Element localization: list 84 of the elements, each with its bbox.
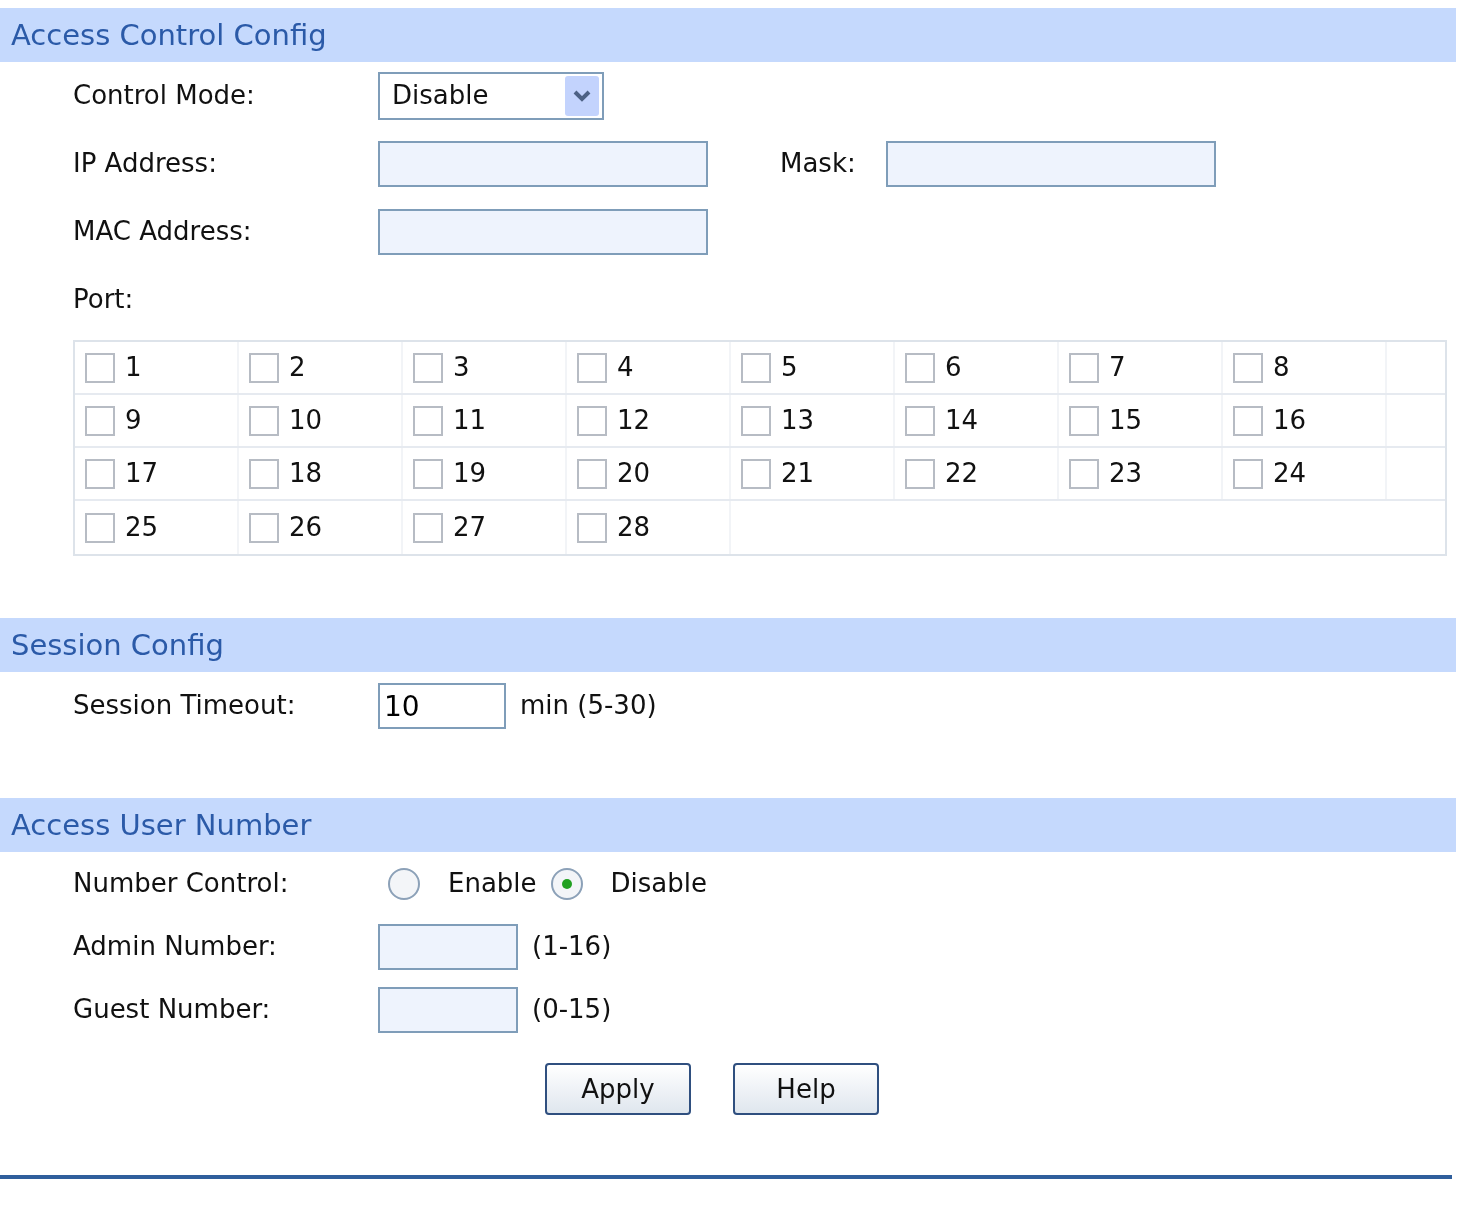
mac-address-field[interactable] <box>378 209 708 255</box>
radio-label: Enable <box>448 867 537 900</box>
control-mode-dropdown[interactable]: Disable <box>378 72 604 120</box>
field-label: Number Control: <box>72 867 290 900</box>
field-label: Admin Number: <box>72 930 278 963</box>
port-label: 23 <box>1109 457 1143 490</box>
range-hint: (1-16) <box>532 930 612 963</box>
port-label: 1 <box>125 351 142 384</box>
port-checkbox[interactable] <box>85 458 115 489</box>
radio-button[interactable] <box>388 867 420 900</box>
port-label: 7 <box>1109 351 1126 384</box>
field-label: Control Mode: <box>72 80 256 112</box>
port-checkbox[interactable] <box>249 512 279 543</box>
field-label: Mask: <box>780 148 857 180</box>
range-hint: (0-15) <box>532 993 612 1026</box>
port-label: 2 <box>289 351 306 384</box>
port-label: 5 <box>781 351 798 384</box>
port-checkbox[interactable] <box>413 512 443 543</box>
ip-address-field[interactable] <box>378 141 708 187</box>
section-title: Access Control Config <box>11 17 327 53</box>
port-checkbox[interactable] <box>905 458 935 489</box>
port-checkbox[interactable] <box>905 352 935 383</box>
port-checkbox[interactable] <box>1233 352 1263 383</box>
section-title: Session Config <box>11 627 224 663</box>
port-checkbox[interactable] <box>741 405 771 436</box>
port-label: 16 <box>1273 404 1307 437</box>
port-label: 11 <box>453 404 487 437</box>
port-checkbox[interactable] <box>1233 405 1263 436</box>
radio-label: Disable <box>610 867 707 900</box>
action-button[interactable]: Help <box>733 1063 879 1115</box>
guest-number-field[interactable] <box>378 986 518 1033</box>
field-label: IP Address: <box>72 148 218 180</box>
port-label: 19 <box>453 457 487 490</box>
port-checkbox[interactable] <box>1069 458 1099 489</box>
field-label: MAC Address: <box>72 216 253 248</box>
port-checkbox[interactable] <box>413 405 443 436</box>
field-label: Port: <box>72 284 135 316</box>
port-checkbox[interactable] <box>577 512 607 543</box>
port-label: 26 <box>289 511 323 544</box>
field-label: Session Timeout: <box>72 690 297 722</box>
port-label: 13 <box>781 404 815 437</box>
port-checkbox[interactable] <box>85 352 115 383</box>
port-checkbox[interactable] <box>413 352 443 383</box>
port-label: 25 <box>125 511 159 544</box>
port-label: 8 <box>1273 351 1290 384</box>
port-checkbox[interactable] <box>577 405 607 436</box>
port-label: 24 <box>1273 457 1307 490</box>
port-label: 17 <box>125 457 159 490</box>
port-label: 4 <box>617 351 634 384</box>
port-label: 18 <box>289 457 323 490</box>
port-checkbox[interactable] <box>741 458 771 489</box>
port-checkbox[interactable] <box>741 352 771 383</box>
session-timeout-field[interactable]: 10 <box>378 683 506 729</box>
port-checkbox[interactable] <box>249 458 279 489</box>
port-label: 22 <box>945 457 979 490</box>
admin-number-field[interactable] <box>378 923 518 970</box>
port-checkbox[interactable] <box>577 352 607 383</box>
port-label: 14 <box>945 404 979 437</box>
port-label: 12 <box>617 404 651 437</box>
port-label: 9 <box>125 404 142 437</box>
port-label: 10 <box>289 404 323 437</box>
port-checkbox[interactable] <box>577 458 607 489</box>
field-label: Guest Number: <box>72 993 272 1026</box>
port-checkbox[interactable] <box>1233 458 1263 489</box>
port-label: 20 <box>617 457 651 490</box>
section-title: Access User Number <box>11 807 312 843</box>
port-checkbox[interactable] <box>249 405 279 436</box>
port-label: 21 <box>781 457 815 490</box>
port-checkbox[interactable] <box>85 405 115 436</box>
action-button[interactable]: Apply <box>545 1063 691 1115</box>
port-checkbox[interactable] <box>1069 405 1099 436</box>
port-label: 28 <box>617 511 651 544</box>
port-label: 3 <box>453 351 470 384</box>
port-checkbox[interactable] <box>905 405 935 436</box>
port-label: 6 <box>945 351 962 384</box>
radio-button[interactable] <box>550 867 583 900</box>
port-checkbox[interactable] <box>1069 352 1099 383</box>
port-label: 27 <box>453 511 487 544</box>
port-checkbox[interactable] <box>413 458 443 489</box>
range-hint: min (5-30) <box>520 690 657 722</box>
port-checkbox[interactable] <box>85 512 115 543</box>
port-checkbox[interactable] <box>249 352 279 383</box>
mask-field[interactable] <box>886 141 1216 187</box>
port-label: 15 <box>1109 404 1143 437</box>
